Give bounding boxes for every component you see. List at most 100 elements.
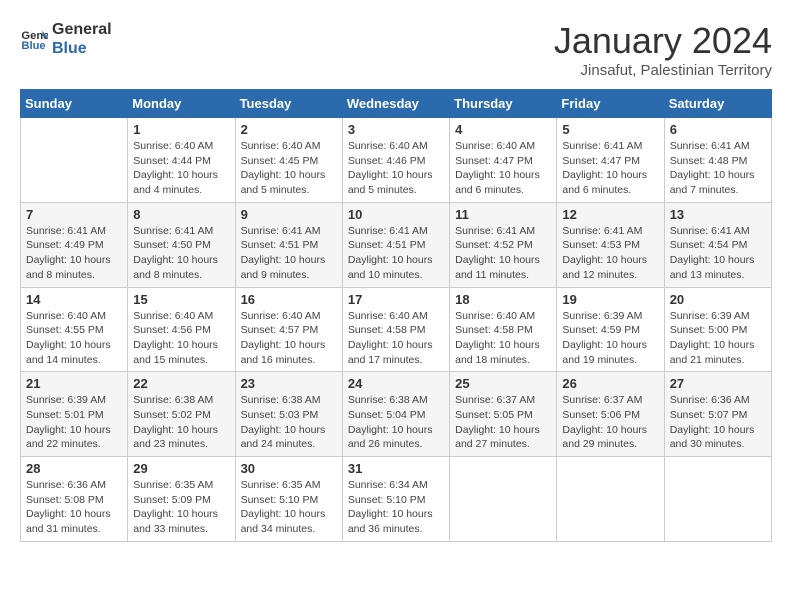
day-info: Sunrise: 6:40 AM Sunset: 4:58 PM Dayligh… [348, 309, 444, 368]
day-info: Sunrise: 6:41 AM Sunset: 4:52 PM Dayligh… [455, 224, 551, 283]
day-number: 14 [26, 292, 122, 307]
calendar-cell [664, 457, 771, 542]
day-info: Sunrise: 6:36 AM Sunset: 5:08 PM Dayligh… [26, 478, 122, 537]
calendar-cell: 11Sunrise: 6:41 AM Sunset: 4:52 PM Dayli… [450, 202, 557, 287]
calendar-week-4: 28 Sunrise: 6:36 AM Sunset: 5:08 PM Dayli… [21, 457, 772, 542]
day-info: Sunrise: 6:41 AM Sunset: 4:47 PM Dayligh… [562, 139, 658, 198]
calendar-cell: 31Sunrise: 6:34 AM Sunset: 5:10 PM Dayli… [342, 457, 449, 542]
day-info: Sunrise: 6:39 AM Sunset: 5:00 PM Dayligh… [670, 309, 766, 368]
day-number: 27 [670, 376, 766, 391]
calendar-cell: 2 Sunrise: 6:40 AM Sunset: 4:45 PM Daylig… [235, 118, 342, 203]
calendar-cell: 15 Sunrise: 6:40 AM Sunset: 4:56 PM Dayli… [128, 287, 235, 372]
header-sunday: Sunday [21, 90, 128, 118]
calendar-cell: 10 Sunrise: 6:41 AM Sunset: 4:51 PM Dayli… [342, 202, 449, 287]
day-number: 26 [562, 376, 658, 391]
day-number: 21 [26, 376, 122, 391]
calendar-cell: 1 Sunrise: 6:40 AM Sunset: 4:44 PM Daylig… [128, 118, 235, 203]
day-number: 8 [133, 207, 229, 222]
day-number: 3 [348, 122, 444, 137]
header-row: Sunday Monday Tuesday Wednesday Thursday… [21, 90, 772, 118]
day-info: Sunrise: 6:41 AM Sunset: 4:53 PM Dayligh… [562, 224, 658, 283]
day-info: Sunrise: 6:41 AM Sunset: 4:54 PM Dayligh… [670, 224, 766, 283]
day-number: 10 [348, 207, 444, 222]
calendar-cell: 28 Sunrise: 6:36 AM Sunset: 5:08 PM Dayli… [21, 457, 128, 542]
calendar-header: Sunday Monday Tuesday Wednesday Thursday… [21, 90, 772, 118]
day-info: Sunrise: 6:39 AM Sunset: 4:59 PM Dayligh… [562, 309, 658, 368]
calendar-cell: 22Sunrise: 6:38 AM Sunset: 5:02 PM Dayli… [128, 372, 235, 457]
calendar-cell: 24Sunrise: 6:38 AM Sunset: 5:04 PM Dayli… [342, 372, 449, 457]
calendar-cell: 21 Sunrise: 6:39 AM Sunset: 5:01 PM Dayli… [21, 372, 128, 457]
header-tuesday: Tuesday [235, 90, 342, 118]
month-title: January 2024 [554, 20, 772, 62]
calendar-cell [21, 118, 128, 203]
calendar-cell: 30Sunrise: 6:35 AM Sunset: 5:10 PM Dayli… [235, 457, 342, 542]
day-number: 15 [133, 292, 229, 307]
day-number: 29 [133, 461, 229, 476]
day-info: Sunrise: 6:40 AM Sunset: 4:47 PM Dayligh… [455, 139, 551, 198]
day-info: Sunrise: 6:40 AM Sunset: 4:56 PM Dayligh… [133, 309, 229, 368]
calendar-cell [557, 457, 664, 542]
day-number: 20 [670, 292, 766, 307]
day-number: 7 [26, 207, 122, 222]
day-info: Sunrise: 6:38 AM Sunset: 5:02 PM Dayligh… [133, 393, 229, 452]
day-number: 9 [241, 207, 337, 222]
calendar-cell: 8 Sunrise: 6:41 AM Sunset: 4:50 PM Daylig… [128, 202, 235, 287]
day-info: Sunrise: 6:35 AM Sunset: 5:09 PM Dayligh… [133, 478, 229, 537]
day-number: 19 [562, 292, 658, 307]
calendar-cell: 3 Sunrise: 6:40 AM Sunset: 4:46 PM Daylig… [342, 118, 449, 203]
day-info: Sunrise: 6:40 AM Sunset: 4:44 PM Dayligh… [133, 139, 229, 198]
header-saturday: Saturday [664, 90, 771, 118]
calendar-cell [450, 457, 557, 542]
calendar-cell: 25 Sunrise: 6:37 AM Sunset: 5:05 PM Dayli… [450, 372, 557, 457]
day-info: Sunrise: 6:40 AM Sunset: 4:58 PM Dayligh… [455, 309, 551, 368]
day-info: Sunrise: 6:40 AM Sunset: 4:57 PM Dayligh… [241, 309, 337, 368]
calendar-cell: 17Sunrise: 6:40 AM Sunset: 4:58 PM Dayli… [342, 287, 449, 372]
day-info: Sunrise: 6:41 AM Sunset: 4:50 PM Dayligh… [133, 224, 229, 283]
day-info: Sunrise: 6:40 AM Sunset: 4:45 PM Dayligh… [241, 139, 337, 198]
calendar-table: Sunday Monday Tuesday Wednesday Thursday… [20, 89, 772, 542]
day-number: 16 [241, 292, 337, 307]
calendar-body: 1 Sunrise: 6:40 AM Sunset: 4:44 PM Daylig… [21, 118, 772, 542]
svg-text:Blue: Blue [21, 40, 45, 52]
calendar-cell: 4 Sunrise: 6:40 AM Sunset: 4:47 PM Daylig… [450, 118, 557, 203]
day-info: Sunrise: 6:39 AM Sunset: 5:01 PM Dayligh… [26, 393, 122, 452]
logo-general: General [52, 20, 112, 39]
header-monday: Monday [128, 90, 235, 118]
calendar-week-3: 21 Sunrise: 6:39 AM Sunset: 5:01 PM Dayli… [21, 372, 772, 457]
calendar-cell: 7 Sunrise: 6:41 AM Sunset: 4:49 PM Daylig… [21, 202, 128, 287]
calendar-cell: 16 Sunrise: 6:40 AM Sunset: 4:57 PM Dayli… [235, 287, 342, 372]
calendar-cell: 6Sunrise: 6:41 AM Sunset: 4:48 PM Daylig… [664, 118, 771, 203]
day-info: Sunrise: 6:41 AM Sunset: 4:49 PM Dayligh… [26, 224, 122, 283]
day-info: Sunrise: 6:41 AM Sunset: 4:51 PM Dayligh… [348, 224, 444, 283]
day-number: 28 [26, 461, 122, 476]
location-subtitle: Jinsafut, Palestinian Territory [554, 62, 772, 79]
calendar-cell: 27Sunrise: 6:36 AM Sunset: 5:07 PM Dayli… [664, 372, 771, 457]
day-number: 18 [455, 292, 551, 307]
day-info: Sunrise: 6:38 AM Sunset: 5:03 PM Dayligh… [241, 393, 337, 452]
page-header: General Blue General Blue January 2024 J… [20, 20, 772, 79]
header-friday: Friday [557, 90, 664, 118]
day-number: 2 [241, 122, 337, 137]
calendar-cell: 9Sunrise: 6:41 AM Sunset: 4:51 PM Daylig… [235, 202, 342, 287]
calendar-cell: 29 Sunrise: 6:35 AM Sunset: 5:09 PM Dayli… [128, 457, 235, 542]
day-info: Sunrise: 6:40 AM Sunset: 4:46 PM Dayligh… [348, 139, 444, 198]
calendar-cell: 19 Sunrise: 6:39 AM Sunset: 4:59 PM Dayli… [557, 287, 664, 372]
day-number: 1 [133, 122, 229, 137]
day-number: 25 [455, 376, 551, 391]
day-info: Sunrise: 6:40 AM Sunset: 4:55 PM Dayligh… [26, 309, 122, 368]
day-number: 5 [562, 122, 658, 137]
day-number: 12 [562, 207, 658, 222]
day-info: Sunrise: 6:37 AM Sunset: 5:05 PM Dayligh… [455, 393, 551, 452]
header-thursday: Thursday [450, 90, 557, 118]
calendar-cell: 13Sunrise: 6:41 AM Sunset: 4:54 PM Dayli… [664, 202, 771, 287]
day-info: Sunrise: 6:34 AM Sunset: 5:10 PM Dayligh… [348, 478, 444, 537]
day-number: 6 [670, 122, 766, 137]
calendar-week-1: 7 Sunrise: 6:41 AM Sunset: 4:49 PM Daylig… [21, 202, 772, 287]
day-number: 4 [455, 122, 551, 137]
logo: General Blue General Blue [20, 20, 112, 58]
day-info: Sunrise: 6:38 AM Sunset: 5:04 PM Dayligh… [348, 393, 444, 452]
calendar-week-0: 1 Sunrise: 6:40 AM Sunset: 4:44 PM Daylig… [21, 118, 772, 203]
calendar-cell: 5 Sunrise: 6:41 AM Sunset: 4:47 PM Daylig… [557, 118, 664, 203]
calendar-cell: 14 Sunrise: 6:40 AM Sunset: 4:55 PM Dayli… [21, 287, 128, 372]
day-number: 30 [241, 461, 337, 476]
